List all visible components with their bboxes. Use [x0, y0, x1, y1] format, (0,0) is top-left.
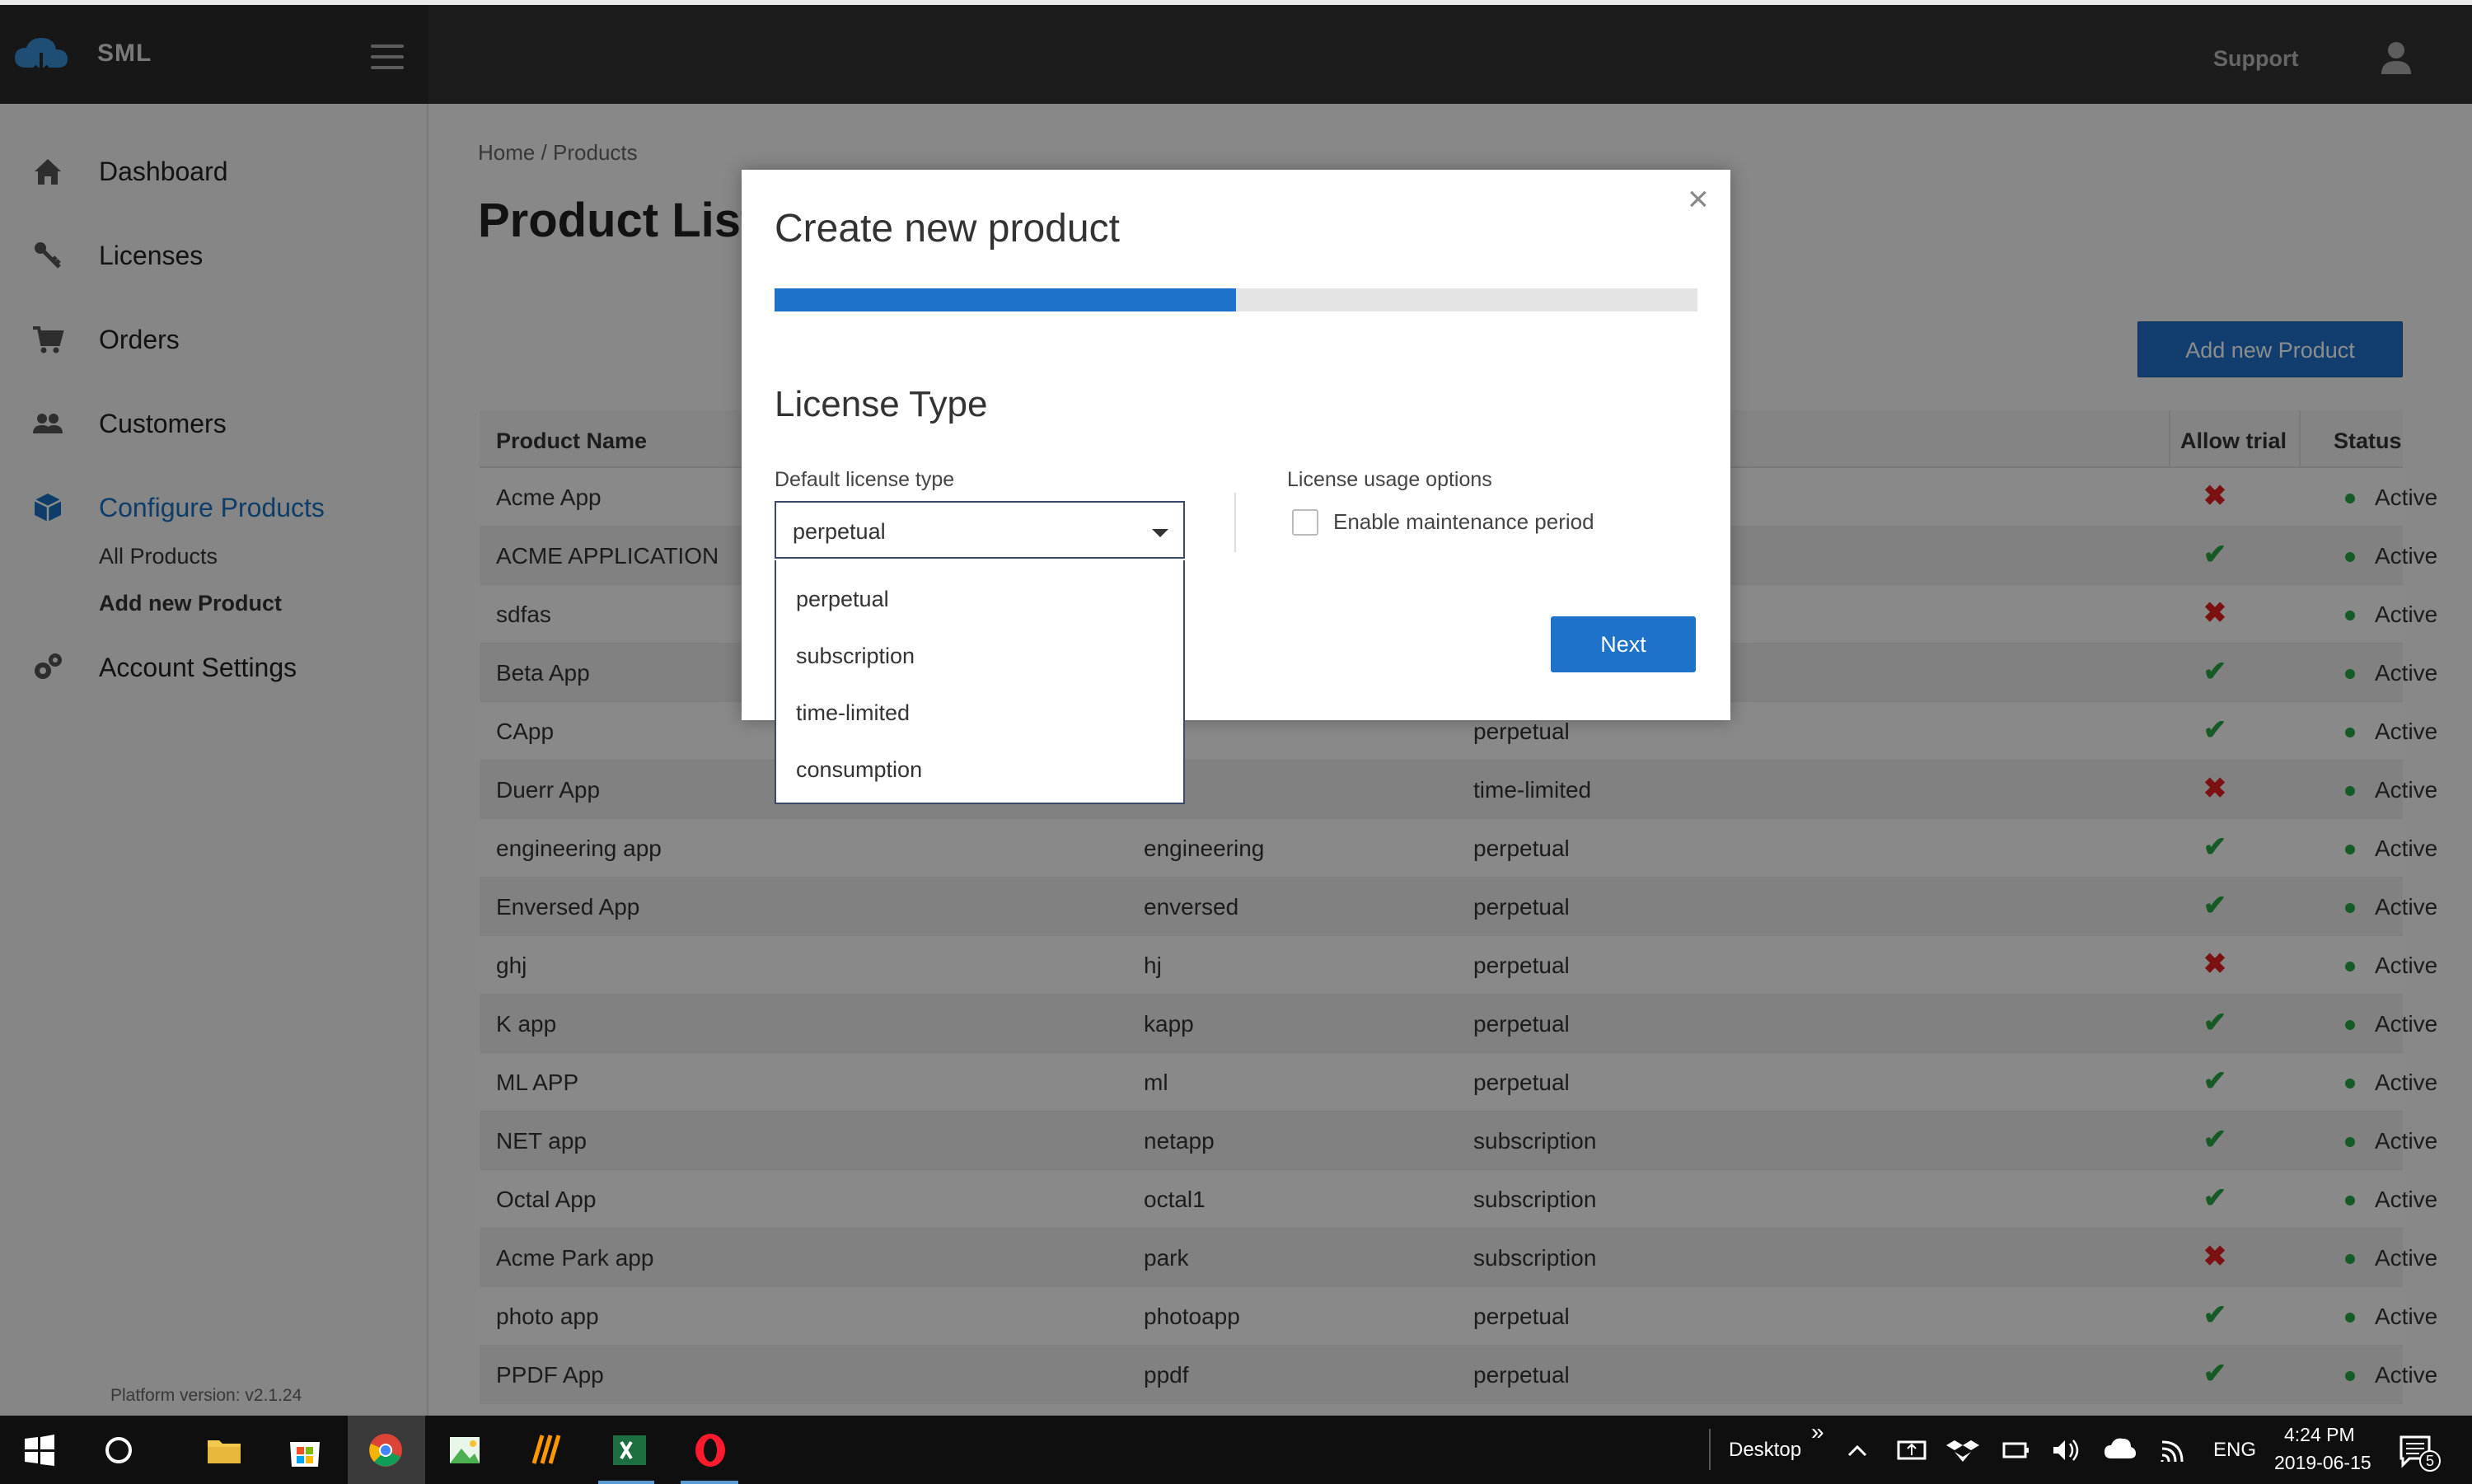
opera-icon[interactable] [691, 1430, 730, 1470]
dropbox-icon[interactable] [1946, 1430, 1979, 1470]
section-title: License Type [775, 384, 988, 424]
dropdown-option[interactable]: consumption [796, 757, 922, 783]
store-icon[interactable] [285, 1430, 325, 1470]
caret-down-icon [1152, 529, 1168, 537]
windows-start-icon[interactable] [20, 1430, 59, 1470]
close-icon[interactable]: × [1688, 181, 1709, 218]
display-icon[interactable] [1895, 1430, 1928, 1470]
search-circle-icon[interactable] [99, 1430, 138, 1470]
taskbar-divider [1709, 1429, 1711, 1470]
divider [1234, 493, 1236, 552]
license-type-label: Default license type [775, 468, 955, 491]
onedrive-icon[interactable] [2103, 1430, 2137, 1470]
modal-title: Create new product [775, 207, 1120, 250]
wizard-progress-fill [775, 288, 1236, 311]
taskbar-running-indicator [598, 1481, 654, 1484]
dropdown-option[interactable]: time-limited [796, 700, 910, 726]
photo-app-icon[interactable] [445, 1430, 485, 1470]
license-type-select[interactable]: perpetual [775, 501, 1185, 559]
dropdown-option[interactable]: subscription [796, 644, 915, 669]
wizard-progress-bar [775, 288, 1697, 311]
volume-icon[interactable] [2050, 1430, 2083, 1470]
license-type-value: perpetual [793, 519, 886, 544]
windows-taskbar: Desktop » ENG 4:24 PM 2019-06-15 5 [0, 1416, 2472, 1484]
excel-icon[interactable] [610, 1430, 649, 1470]
license-usage-label: License usage options [1287, 468, 1492, 491]
maintenance-checkbox[interactable] [1292, 509, 1318, 536]
dropdown-option[interactable]: perpetual [796, 587, 889, 612]
next-button[interactable]: Next [1551, 616, 1696, 672]
battery-icon[interactable] [1999, 1430, 2032, 1470]
license-type-dropdown: perpetual subscription time-limited cons… [775, 560, 1185, 804]
sublime-icon[interactable] [527, 1430, 567, 1470]
clock-time[interactable]: 4:24 PM [2284, 1424, 2355, 1446]
toolbar-chevron-icon[interactable]: » [1811, 1419, 1824, 1445]
taskbar-running-indicator [681, 1481, 738, 1484]
chevron-up-icon[interactable] [1842, 1430, 1872, 1470]
file-explorer-icon[interactable] [204, 1430, 244, 1470]
language-indicator[interactable]: ENG [2213, 1439, 2256, 1462]
chrome-icon[interactable] [366, 1430, 405, 1470]
notification-count-badge: 5 [2419, 1450, 2441, 1472]
clock-date[interactable]: 2019-06-15 [2274, 1452, 2371, 1474]
maintenance-label[interactable]: Enable maintenance period [1333, 509, 1594, 535]
wifi-icon[interactable] [2157, 1430, 2190, 1470]
desktop-toolbar[interactable]: Desktop [1729, 1439, 1801, 1462]
